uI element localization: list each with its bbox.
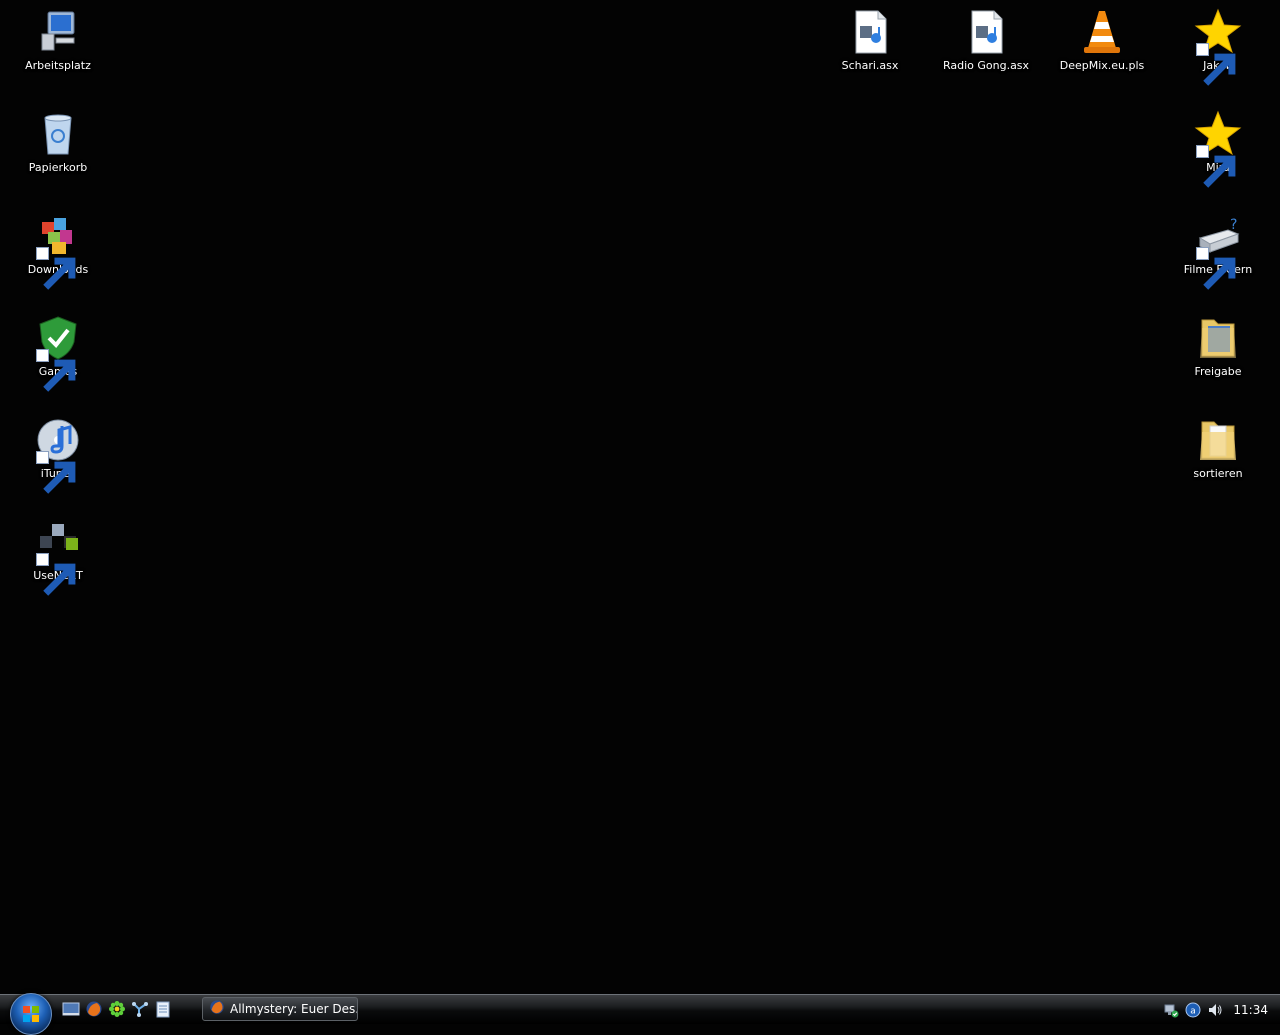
star-icon xyxy=(1194,110,1242,188)
desktop-icon-schari[interactable]: Schari.asx xyxy=(822,8,918,88)
system-tray: a 11:34 xyxy=(1163,995,1280,1024)
folder-icon xyxy=(1194,416,1242,464)
shortcut-arrow-icon xyxy=(1196,43,1236,86)
show-desktop-icon[interactable] xyxy=(62,1000,80,1018)
desktop-icon-usenext[interactable]: UseNeXT xyxy=(10,518,106,598)
windows-start-orb-icon[interactable] xyxy=(10,993,52,1035)
desktop-icon-downloads[interactable]: Downloads xyxy=(10,212,106,292)
taskbar-button-label: Allmystery: Euer Des... xyxy=(230,1002,357,1016)
firefox-icon[interactable] xyxy=(85,1000,103,1018)
network-icon[interactable] xyxy=(131,1000,149,1018)
icon-label: Schari.asx xyxy=(841,59,899,72)
notepad-icon[interactable] xyxy=(154,1000,172,1018)
desktop-icon-deepmix[interactable]: DeepMix.eu.pls xyxy=(1054,8,1150,88)
firefox-icon xyxy=(209,999,225,1019)
svg-text:?: ? xyxy=(1230,217,1237,233)
downloads-app-icon xyxy=(34,212,82,290)
icon-label: Radio Gong.asx xyxy=(942,59,1030,72)
usenext-icon xyxy=(34,518,82,596)
network-status-icon[interactable] xyxy=(1163,1002,1179,1018)
taskbar-button-firefox[interactable]: Allmystery: Euer Des... xyxy=(202,997,358,1021)
taskbar: Allmystery: Euer Des... a 11:34 xyxy=(0,993,1280,1035)
folder-icon xyxy=(1194,314,1242,362)
clock[interactable]: 11:34 xyxy=(1233,1003,1268,1017)
icon-label: Arbeitsplatz xyxy=(25,59,91,72)
desktop-icon-radio-gong[interactable]: Radio Gong.asx xyxy=(938,8,1034,88)
games-shield-icon xyxy=(34,314,82,392)
desktop-icon-papierkorb[interactable]: Papierkorb xyxy=(10,110,106,190)
desktop: Arbeitsplatz Papierkorb Downloads Games … xyxy=(0,0,1280,994)
itunes-icon xyxy=(34,416,82,494)
icon-label: DeepMix.eu.pls xyxy=(1059,59,1145,72)
media-file-icon xyxy=(846,8,894,56)
shortcut-arrow-icon xyxy=(1196,247,1236,290)
volume-icon[interactable] xyxy=(1207,1002,1223,1018)
desktop-icon-sortieren[interactable]: sortieren xyxy=(1170,416,1266,496)
star-icon xyxy=(1194,8,1242,86)
icon-label: Papierkorb xyxy=(28,161,88,174)
desktop-icon-mira[interactable]: Mira xyxy=(1170,110,1266,190)
desktop-icon-freigabe[interactable]: Freigabe xyxy=(1170,314,1266,394)
media-file-icon xyxy=(962,8,1010,56)
computer-icon xyxy=(34,8,82,56)
shortcut-arrow-icon xyxy=(36,349,76,392)
antivirus-icon[interactable]: a xyxy=(1185,1002,1201,1018)
desktop-icon-jakob[interactable]: Jakob xyxy=(1170,8,1266,88)
shortcut-arrow-icon xyxy=(36,247,76,290)
desktop-icon-arbeitsplatz[interactable]: Arbeitsplatz xyxy=(10,8,106,88)
external-drive-icon: ? xyxy=(1194,212,1242,290)
desktop-icon-games[interactable]: Games xyxy=(10,314,106,394)
desktop-icon-itunes[interactable]: iTunes xyxy=(10,416,106,496)
quick-launch xyxy=(62,1000,172,1018)
icq-flower-icon[interactable] xyxy=(108,1000,126,1018)
shortcut-arrow-icon xyxy=(36,553,76,596)
shortcut-arrow-icon xyxy=(1196,145,1236,188)
desktop-icon-filme-extern[interactable]: ? Filme Extern xyxy=(1170,212,1266,292)
svg-text:a: a xyxy=(1191,1006,1197,1016)
icon-label: sortieren xyxy=(1193,467,1243,480)
shortcut-arrow-icon xyxy=(36,451,76,494)
recycle-bin-icon xyxy=(34,110,82,158)
vlc-cone-icon xyxy=(1078,8,1126,56)
icon-label: Freigabe xyxy=(1194,365,1242,378)
